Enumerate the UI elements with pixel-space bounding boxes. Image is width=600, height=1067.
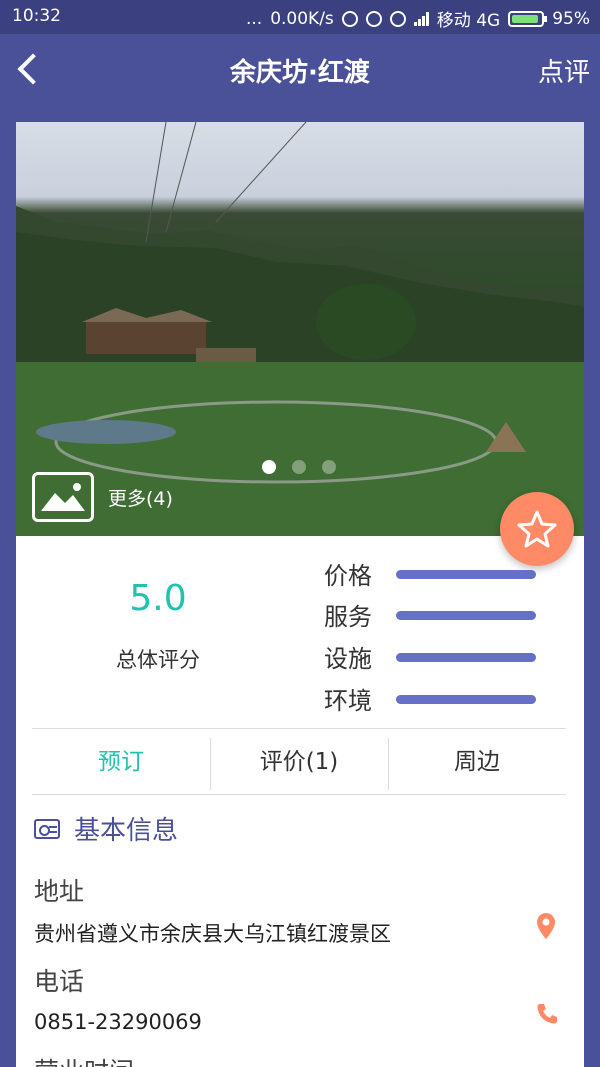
signal-icon bbox=[413, 11, 429, 26]
carousel-dot[interactable] bbox=[322, 460, 336, 474]
carousel-indicator bbox=[262, 460, 336, 474]
divider bbox=[32, 794, 566, 795]
hours-label: 营业时间 bbox=[34, 1052, 134, 1067]
rating-label: 设施 bbox=[324, 645, 372, 673]
battery-icon bbox=[508, 10, 548, 27]
status-bar: 10:32 ... 0.00K/s 移动 4G 95% bbox=[0, 0, 600, 34]
id-card-icon bbox=[34, 818, 60, 839]
tab-bar: 预订 评价(1) 周边 bbox=[32, 734, 566, 794]
rating-label: 服务 bbox=[324, 603, 372, 631]
section-basic-info: 基本信息 bbox=[34, 810, 178, 847]
section-title-text: 基本信息 bbox=[74, 816, 179, 846]
rating-bar bbox=[396, 611, 536, 620]
review-button[interactable]: 点评 bbox=[538, 52, 590, 89]
rating-label: 环境 bbox=[324, 687, 372, 715]
rating-bar bbox=[396, 653, 536, 662]
nav-bar: 余庆坊·红渡 点评 bbox=[0, 34, 600, 106]
detail-card: 更多(4) 5.0 总体评分 价格 服务 设施 环境 预订 评价(1) 周边 基… bbox=[16, 122, 584, 1067]
rating-environment: 环境 bbox=[324, 681, 584, 717]
carousel-dot[interactable] bbox=[262, 460, 276, 474]
tab-booking[interactable]: 预订 bbox=[32, 734, 210, 794]
sync-icon bbox=[341, 10, 358, 27]
battery-percent: 95% bbox=[552, 8, 590, 29]
page-title: 余庆坊·红渡 bbox=[230, 58, 370, 88]
rating-label: 价格 bbox=[324, 562, 372, 590]
phone-value[interactable]: 0851-23290069 bbox=[34, 1010, 202, 1034]
status-time: 10:32 bbox=[12, 6, 61, 26]
phone-icon[interactable] bbox=[535, 1002, 559, 1026]
rating-bar bbox=[396, 570, 536, 579]
gallery-icon[interactable] bbox=[32, 472, 94, 522]
carousel-dot[interactable] bbox=[292, 460, 306, 474]
divider bbox=[32, 728, 566, 729]
network-speed: 0.00K/s bbox=[270, 8, 334, 29]
star-icon bbox=[517, 510, 557, 548]
rating-service: 服务 bbox=[324, 597, 584, 633]
mute-icon bbox=[365, 10, 382, 27]
favorite-button[interactable] bbox=[500, 492, 574, 566]
overall-score: 5.0 bbox=[129, 578, 187, 619]
phone-label: 电话 bbox=[34, 967, 85, 996]
rating-bar bbox=[396, 695, 536, 704]
carrier-label: 移动 4G bbox=[436, 11, 501, 31]
status-dots: ... bbox=[245, 8, 263, 29]
hero-photo[interactable]: 更多(4) bbox=[16, 122, 584, 536]
tab-nearby[interactable]: 周边 bbox=[388, 734, 566, 794]
rating-facilities: 设施 bbox=[324, 639, 584, 675]
location-pin-icon[interactable] bbox=[536, 912, 556, 940]
overall-score-label: 总体评分 bbox=[116, 648, 200, 672]
address-label: 地址 bbox=[34, 877, 85, 906]
tab-reviews[interactable]: 评价(1) bbox=[210, 734, 388, 794]
alarm-icon bbox=[389, 10, 406, 27]
address-value: 贵州省遵义市余庆县大乌江镇红渡景区 bbox=[34, 922, 391, 946]
more-photos-link[interactable]: 更多(4) bbox=[108, 484, 173, 511]
rating-price: 价格 bbox=[324, 556, 584, 592]
status-right: ... 0.00K/s 移动 4G 95% bbox=[245, 6, 590, 32]
